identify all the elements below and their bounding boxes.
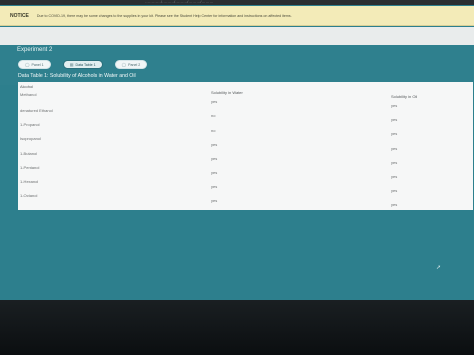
tab-panel-2[interactable]: ◯ Panel 2 (114, 60, 148, 69)
table-cell-oil[interactable]: yes (391, 202, 397, 207)
tab-label: Data Table 1 (75, 62, 96, 67)
table-cell-water[interactable]: yes (211, 184, 217, 189)
table-cell-oil[interactable]: yes (391, 131, 397, 136)
table-cell-oil[interactable]: yes (391, 117, 397, 122)
table-cell-oil[interactable]: yes (391, 188, 397, 193)
table-cell-water[interactable]: no (211, 128, 215, 133)
table-cell-water[interactable]: yes (211, 142, 217, 147)
tab-panel-1[interactable]: ◯ Panel 1 (18, 60, 51, 69)
column-header-water: Solubility in Water (211, 90, 243, 95)
table-cell-alcohol: 1-Pentanol (20, 165, 40, 170)
solubility-table: Alcohol Solubility in Water Solubility i… (18, 82, 473, 210)
monitor-bezel (0, 300, 474, 355)
column-header-alcohol: Alcohol (20, 84, 34, 89)
table-cell-oil[interactable]: yes (391, 146, 397, 151)
table-title: Data Table 1: Solubility of Alcohols in … (18, 73, 136, 79)
table-cell-water[interactable]: yes (211, 156, 217, 161)
table-cell-water[interactable]: yes (211, 99, 217, 104)
table-cell-water[interactable]: yes (211, 198, 217, 203)
notice-text: Due to COVID-19, there may be some chang… (36, 13, 292, 18)
mouse-cursor-icon: ➚ (436, 265, 442, 271)
table-cell-alcohol: 1-Hexanol (20, 179, 39, 184)
table-cell-alcohol: 1-Octanol (20, 193, 38, 198)
content-divider-band (0, 27, 474, 45)
browser-address-bar[interactable]: …………/………/………/………/……… (0, 0, 474, 5)
circle-icon: ◯ (121, 62, 127, 67)
table-cell-water[interactable]: no (211, 113, 215, 118)
panel-tabs: ◯ Panel 1 ▦ Data Table 1 ◯ Panel 2 (18, 60, 148, 69)
table-cell-alcohol: Methanol (20, 92, 37, 97)
monitor-screen: …………/………/………/………/……… NOTICE Due to COVID… (0, 0, 474, 300)
table-cell-alcohol: Isopropanol (20, 136, 41, 141)
tab-data-table-1[interactable]: ▦ Data Table 1 (62, 60, 103, 69)
tab-label: Panel 1 (31, 62, 44, 67)
table-cell-alcohol: denatured Ethanol (20, 108, 53, 113)
table-cell-oil[interactable]: yes (391, 174, 397, 179)
table-cell-oil[interactable]: yes (391, 103, 397, 108)
circle-icon: ◯ (25, 62, 30, 67)
table-icon: ▦ (69, 62, 74, 67)
column-header-oil: Solubility in Oil (391, 94, 418, 99)
tab-label: Panel 2 (128, 62, 141, 67)
notice-banner: NOTICE Due to COVID-19, there may be som… (0, 6, 474, 26)
table-cell-alcohol: 1-Propanol (20, 122, 40, 127)
table-cell-oil[interactable]: yes (391, 160, 397, 165)
table-cell-water[interactable]: yes (211, 170, 217, 175)
experiment-title: Experiment 2 (17, 47, 53, 53)
url-text: …………/………/………/………/……… (145, 0, 214, 4)
notice-label: NOTICE (10, 12, 29, 19)
table-cell-alcohol: 1-Butanol (20, 151, 38, 156)
